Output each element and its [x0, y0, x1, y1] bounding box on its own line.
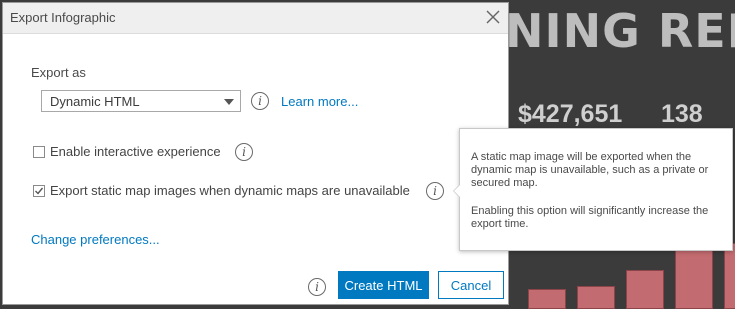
- chart-bar: [528, 289, 566, 309]
- tooltip-text: A static map image will be exported when…: [471, 151, 709, 189]
- chevron-down-icon: [224, 99, 234, 105]
- export-infographic-dialog: Export Infographic Export as Dynamic HTM…: [2, 2, 509, 305]
- tooltip-text: Enabling this option will significantly …: [471, 205, 709, 230]
- chart-bar: [577, 286, 615, 309]
- change-preferences-link[interactable]: Change preferences...: [31, 232, 160, 247]
- stat-value: 138: [661, 100, 703, 128]
- chart-bar: [724, 243, 735, 309]
- info-tooltip: A static map image will be exported when…: [453, 128, 733, 251]
- info-icon[interactable]: i: [426, 182, 444, 200]
- stat-value: $427,651: [518, 100, 623, 128]
- chart-bar: [675, 249, 713, 309]
- infographic-title: NING REPO: [505, 4, 735, 58]
- cancel-button[interactable]: Cancel: [438, 271, 504, 299]
- create-html-button[interactable]: Create HTML: [338, 271, 429, 299]
- export-format-select[interactable]: Dynamic HTML: [41, 90, 241, 112]
- export-as-label: Export as: [31, 65, 86, 80]
- dialog-title: Export Infographic: [10, 10, 116, 25]
- dialog-header: Export Infographic: [3, 3, 508, 34]
- export-static-map-checkbox[interactable]: [33, 185, 45, 197]
- export-static-map-label: Export static map images when dynamic ma…: [50, 183, 410, 198]
- info-icon[interactable]: i: [235, 143, 253, 161]
- close-icon[interactable]: [484, 8, 502, 26]
- enable-interactive-checkbox[interactable]: [33, 146, 45, 158]
- chart-bar: [626, 270, 664, 309]
- info-icon[interactable]: i: [251, 92, 269, 110]
- info-icon[interactable]: i: [308, 278, 326, 296]
- learn-more-link[interactable]: Learn more...: [281, 94, 358, 109]
- enable-interactive-label: Enable interactive experience: [50, 144, 221, 159]
- checkmark-icon: [35, 187, 44, 195]
- export-format-value: Dynamic HTML: [50, 94, 140, 109]
